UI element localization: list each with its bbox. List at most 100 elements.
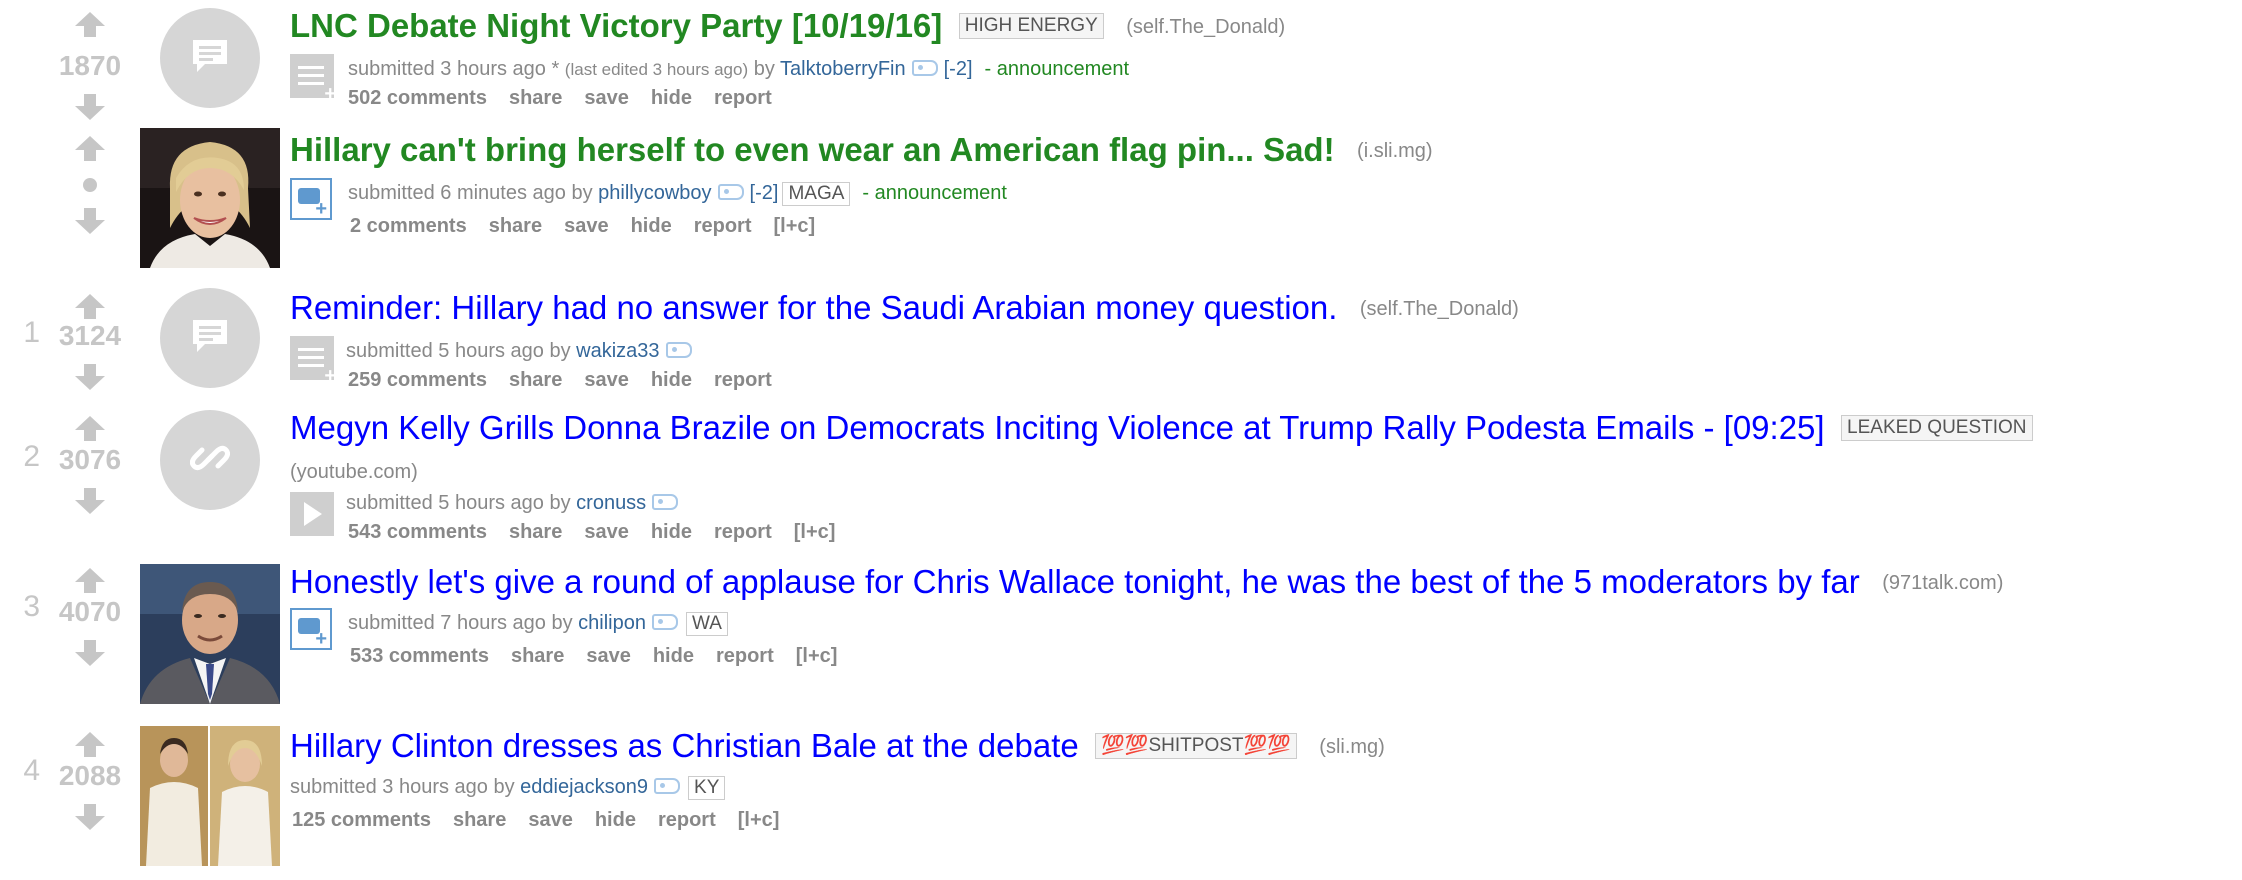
user-tag-icon[interactable] xyxy=(717,184,744,200)
user-tag-icon[interactable] xyxy=(654,778,681,794)
upvote-arrow-icon[interactable] xyxy=(75,294,105,319)
hide-button[interactable]: hide xyxy=(631,215,672,237)
post-domain[interactable]: (971talk.com) xyxy=(1882,572,2003,594)
post-domain[interactable]: (youtube.com) xyxy=(290,461,418,483)
upvote-arrow-icon[interactable] xyxy=(75,12,105,37)
user-tag-icon[interactable] xyxy=(911,60,938,76)
post-domain[interactable]: (self.The_Donald) xyxy=(1360,298,1519,320)
comments-link[interactable]: 259 comments xyxy=(348,369,487,391)
save-button[interactable]: save xyxy=(586,645,631,667)
report-button[interactable]: report xyxy=(714,369,772,391)
share-button[interactable]: share xyxy=(509,87,562,109)
post-title[interactable]: Megyn Kelly Grills Donna Brazile on Demo… xyxy=(290,409,1825,446)
author-link[interactable]: eddiejackson9 xyxy=(520,776,648,798)
report-button[interactable]: report xyxy=(694,215,752,237)
save-button[interactable]: save xyxy=(564,215,609,237)
report-button[interactable]: report xyxy=(658,809,716,831)
save-button[interactable]: save xyxy=(584,521,629,543)
share-button[interactable]: share xyxy=(511,645,564,667)
downvote-arrow-icon[interactable] xyxy=(75,364,105,390)
report-button[interactable]: report xyxy=(714,521,772,543)
author-link[interactable]: chilipon xyxy=(578,612,646,634)
share-button[interactable]: share xyxy=(509,369,562,391)
hide-button[interactable]: hide xyxy=(651,87,692,109)
lc-button[interactable]: [l+c] xyxy=(738,809,780,831)
self-post-thumbnail[interactable] xyxy=(160,288,260,388)
post-title[interactable]: Reminder: Hillary had no answer for the … xyxy=(290,289,1337,326)
title-line: Honestly let's give a round of applause … xyxy=(290,562,2003,609)
self-post-thumbnail[interactable] xyxy=(160,8,260,108)
post-title[interactable]: Hillary can't bring herself to even wear… xyxy=(290,131,1335,168)
link-thumbnail[interactable] xyxy=(160,410,260,510)
post-title[interactable]: Honestly let's give a round of applause … xyxy=(290,563,1860,600)
post-domain[interactable]: (sli.mg) xyxy=(1319,736,1385,758)
downvote-arrow-icon[interactable] xyxy=(75,488,105,514)
author-link[interactable]: TalktoberryFin xyxy=(780,58,906,80)
lc-button[interactable]: [l+c] xyxy=(796,645,838,667)
user-tag-icon[interactable] xyxy=(665,342,692,358)
post-title[interactable]: Hillary Clinton dresses as Christian Bal… xyxy=(290,727,1079,764)
comments-link[interactable]: 2 comments xyxy=(350,215,467,237)
author-link[interactable]: phillycowboy xyxy=(598,182,711,204)
title-line: Hillary Clinton dresses as Christian Bal… xyxy=(290,726,1385,773)
post-item: Hillary can't bring herself to even wear… xyxy=(0,124,2242,274)
post-title[interactable]: LNC Debate Night Victory Party [10/19/16… xyxy=(290,7,942,44)
post-thumbnail[interactable] xyxy=(140,128,280,268)
post-rank: 2 xyxy=(23,440,40,473)
save-button[interactable]: save xyxy=(528,809,573,831)
user-tag-icon[interactable] xyxy=(652,494,679,510)
user-flair: KY xyxy=(688,776,726,800)
link-listing: 1870 LNC Debate Night Victory Party [10/… xyxy=(0,0,2242,880)
post-domain[interactable]: (self.The_Donald) xyxy=(1126,16,1285,38)
distinguish-label: - announcement xyxy=(984,58,1130,80)
hide-button[interactable]: hide xyxy=(595,809,636,831)
report-button[interactable]: report xyxy=(716,645,774,667)
hide-button[interactable]: hide xyxy=(651,369,692,391)
upvote-arrow-icon[interactable] xyxy=(75,732,105,757)
comments-link[interactable]: 543 comments xyxy=(348,521,487,543)
downvote-arrow-icon[interactable] xyxy=(75,208,105,234)
post-domain[interactable]: (i.sli.mg) xyxy=(1357,140,1433,162)
link-flair: HIGH ENERGY xyxy=(958,13,1104,39)
comments-link[interactable]: 533 comments xyxy=(350,645,489,667)
post-rank: 4 xyxy=(23,754,40,787)
domain-line: (youtube.com) xyxy=(290,455,2033,489)
comments-link[interactable]: 125 comments xyxy=(292,809,431,831)
comments-link[interactable]: 502 comments xyxy=(348,87,487,109)
downvote-arrow-icon[interactable] xyxy=(75,94,105,120)
user-tag-icon[interactable] xyxy=(651,614,678,630)
hide-button[interactable]: hide xyxy=(651,521,692,543)
share-button[interactable]: share xyxy=(453,809,506,831)
save-button[interactable]: save xyxy=(584,87,629,109)
link-flair: LEAKED QUESTION xyxy=(1841,415,2033,441)
author-link[interactable]: wakiza33 xyxy=(576,340,659,362)
author-link[interactable]: cronuss xyxy=(576,492,646,514)
link-flair: 💯💯SHITPOST💯💯 xyxy=(1095,733,1297,759)
post-item: 1 3124 Reminder: Hillary had no answer f… xyxy=(0,288,2242,398)
downvote-arrow-icon[interactable] xyxy=(75,804,105,830)
lc-button[interactable]: [l+c] xyxy=(774,215,816,237)
tagline: submitted 6 minutes ago by phillycowboy [… xyxy=(290,179,1433,208)
share-button[interactable]: share xyxy=(509,521,562,543)
vote-box: 2088 xyxy=(44,732,136,830)
post-thumbnail[interactable] xyxy=(140,726,280,866)
downvote-arrow-icon[interactable] xyxy=(75,640,105,666)
report-button[interactable]: report xyxy=(714,87,772,109)
upvote-arrow-icon[interactable] xyxy=(75,136,105,161)
share-button[interactable]: share xyxy=(489,215,542,237)
save-button[interactable]: save xyxy=(584,369,629,391)
post-content: Honestly let's give a round of applause … xyxy=(290,562,2003,671)
lc-button[interactable]: [l+c] xyxy=(794,521,836,543)
post-content: Reminder: Hillary had no answer for the … xyxy=(290,288,1519,395)
post-content: Hillary Clinton dresses as Christian Bal… xyxy=(290,726,1385,835)
by-text: by xyxy=(545,612,579,634)
vote-box: 3076 xyxy=(44,416,136,514)
post-item: 3 4070 Honestly let's give a round of ap… xyxy=(0,562,2242,712)
upvote-arrow-icon[interactable] xyxy=(75,416,105,441)
speech-bubble-icon xyxy=(193,40,227,72)
post-thumbnail[interactable] xyxy=(140,564,280,704)
hide-button[interactable]: hide xyxy=(653,645,694,667)
title-line: LNC Debate Night Victory Party [10/19/16… xyxy=(290,6,1285,53)
upvote-arrow-icon[interactable] xyxy=(75,568,105,593)
vote-box xyxy=(44,136,136,234)
